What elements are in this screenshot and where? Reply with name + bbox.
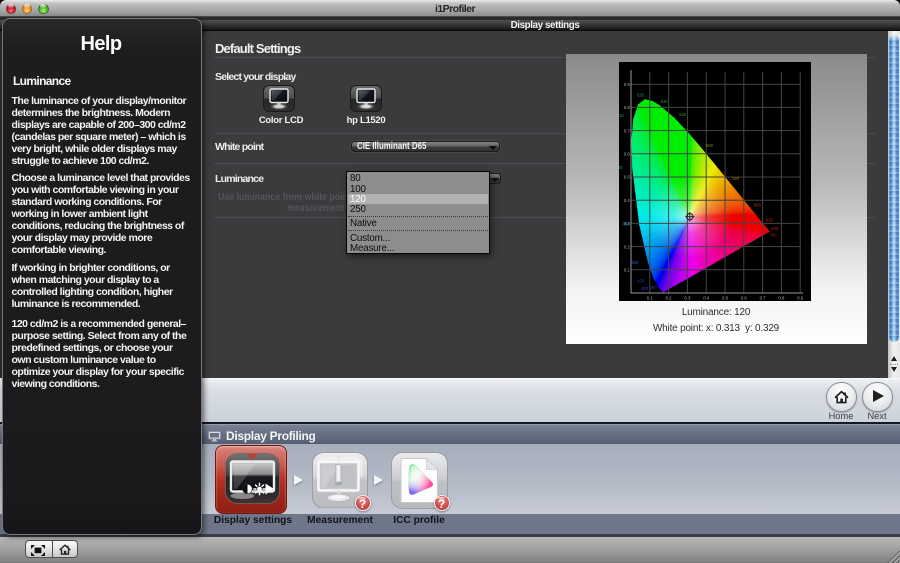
- svg-text:0.4: 0.4: [624, 198, 631, 203]
- svg-text:600: 600: [754, 203, 762, 208]
- svg-text:490: 490: [623, 222, 631, 227]
- svg-text:700: 700: [770, 233, 778, 238]
- svg-text:380: 380: [650, 285, 658, 290]
- svg-text:470: 470: [637, 279, 645, 284]
- svg-text:0.9: 0.9: [624, 82, 631, 87]
- svg-text:0.5: 0.5: [624, 175, 631, 180]
- svg-text:0.7: 0.7: [760, 296, 767, 301]
- svg-text:640: 640: [771, 226, 779, 231]
- svg-text:510: 510: [619, 113, 624, 118]
- svg-text:0.2: 0.2: [624, 244, 631, 249]
- svg-text:0.3: 0.3: [684, 296, 691, 301]
- svg-text:0.7: 0.7: [624, 128, 631, 133]
- svg-text:0.8: 0.8: [778, 296, 785, 301]
- svg-text:540: 540: [679, 112, 687, 117]
- svg-text:560: 560: [706, 143, 714, 148]
- svg-text:620: 620: [766, 218, 774, 223]
- svg-text:0.9: 0.9: [797, 296, 804, 301]
- svg-text:520: 520: [637, 93, 645, 98]
- svg-text:580: 580: [732, 176, 740, 181]
- svg-text:0.6: 0.6: [624, 152, 631, 157]
- svg-text:0.1: 0.1: [624, 268, 631, 273]
- svg-text:0.4: 0.4: [703, 296, 710, 301]
- svg-text:0.1: 0.1: [647, 296, 654, 301]
- svg-text:480: 480: [631, 260, 639, 265]
- svg-text:0.2: 0.2: [666, 296, 673, 301]
- svg-text:460: 460: [641, 286, 649, 291]
- svg-text:0.5: 0.5: [722, 296, 729, 301]
- svg-text:0.6: 0.6: [741, 296, 748, 301]
- svg-text:0.8: 0.8: [624, 105, 631, 110]
- svg-text:530: 530: [661, 99, 669, 104]
